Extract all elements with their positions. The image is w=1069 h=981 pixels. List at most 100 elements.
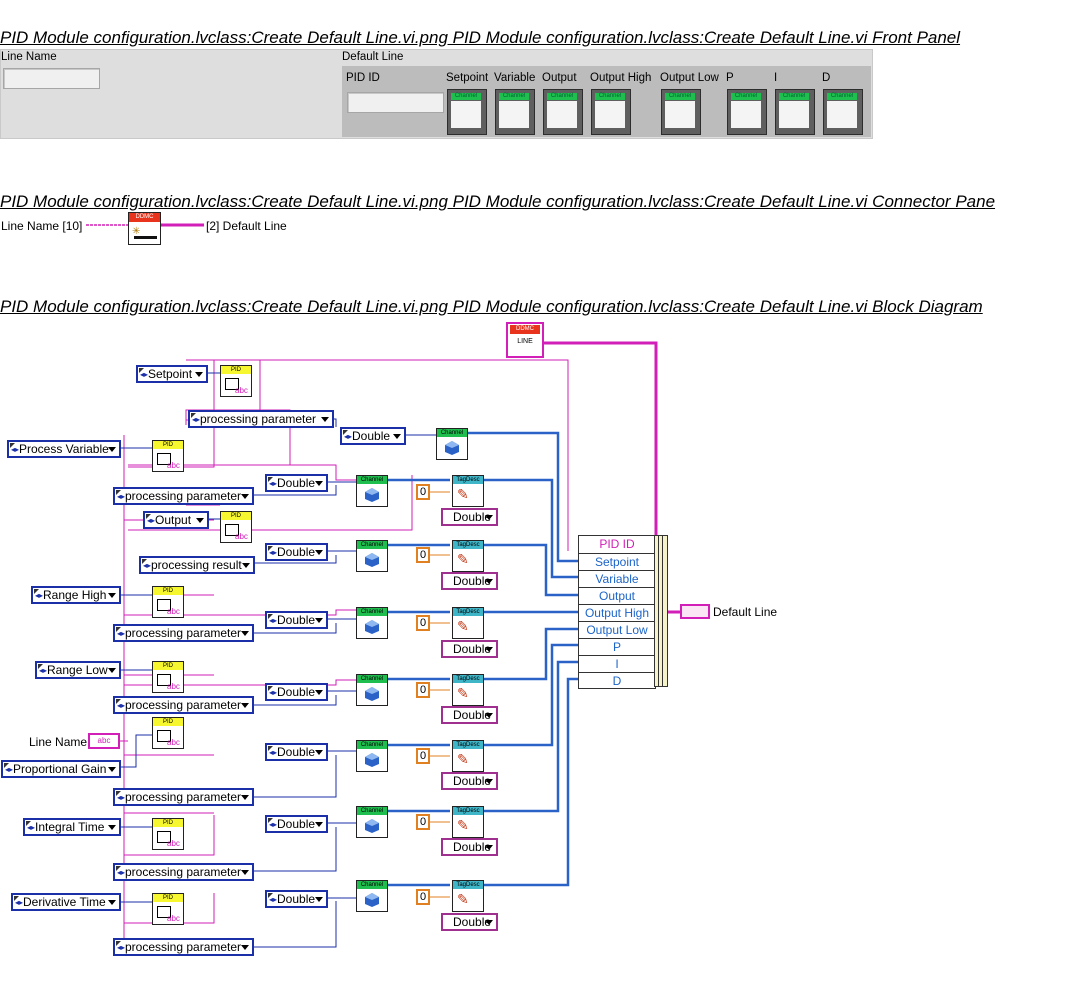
line-name-field[interactable]: [3, 68, 100, 89]
zero-constant[interactable]: 0: [416, 748, 430, 764]
processing-param-label: processing parameter: [125, 790, 242, 804]
tagdesc-node-6[interactable]: TagDesc ✎: [452, 806, 484, 838]
setpoint-channel-control[interactable]: Channel: [447, 89, 487, 135]
pid-subvi-6[interactable]: PID abc: [152, 717, 184, 749]
variable-label: Variable: [494, 72, 536, 84]
channel-tag: Channel: [827, 93, 857, 100]
processing-param-1[interactable]: ◂▸ processing parameter: [188, 410, 334, 428]
pid-subvi-8[interactable]: PID abc: [152, 893, 184, 925]
processing-param-label: processing parameter: [125, 489, 242, 503]
abc-tag: abc: [167, 607, 180, 616]
output-high-channel-control[interactable]: Channel: [591, 89, 631, 135]
processing-param-label: processing parameter: [125, 626, 242, 640]
range-low-control[interactable]: ◂▸ Range Low: [35, 661, 121, 679]
pid-tag: PID: [153, 894, 183, 902]
double-label: Double: [277, 613, 316, 627]
double-tagdesc-4[interactable]: Double: [441, 706, 498, 724]
cube-icon: [365, 893, 379, 907]
double-tagdesc-1[interactable]: Double: [441, 508, 498, 526]
double-type-5[interactable]: ◂▸ Double: [265, 683, 328, 701]
derivative-time-label: Derivative Time: [23, 895, 106, 909]
zero-constant[interactable]: 0: [416, 615, 430, 631]
tagdesc-tag: TagDesc: [453, 881, 483, 889]
channel-create-3[interactable]: Channel: [356, 540, 388, 572]
integral-time-control[interactable]: ◂▸ Integral Time: [23, 818, 121, 836]
channel-create-6[interactable]: Channel: [356, 740, 388, 772]
pid-subvi-3[interactable]: PID abc: [220, 511, 252, 543]
variable-channel-control[interactable]: Channel: [495, 89, 535, 135]
processing-param-2[interactable]: ◂▸ processing parameter: [113, 487, 254, 505]
channel-create-7[interactable]: Channel: [356, 806, 388, 838]
bundle-row-variable: Variable: [579, 570, 655, 586]
zero-constant[interactable]: 0: [416, 814, 430, 830]
process-variable-label: Process Variable: [19, 442, 109, 456]
i-channel-control[interactable]: Channel: [775, 89, 815, 135]
processing-param-8[interactable]: ◂▸ processing parameter: [113, 938, 254, 956]
channel-create-4[interactable]: Channel: [356, 607, 388, 639]
numeric-wires: [430, 491, 450, 898]
double-tagdesc-5[interactable]: Double: [441, 772, 498, 790]
tagdesc-node-3[interactable]: TagDesc ✎: [452, 607, 484, 639]
bundle-row-d: D: [579, 672, 655, 688]
tagdesc-node-1[interactable]: TagDesc ✎: [452, 475, 484, 507]
line-name-terminal[interactable]: abc: [88, 733, 120, 749]
setpoint-control[interactable]: ◂▸ Setpoint: [136, 365, 208, 383]
zero-constant[interactable]: 0: [416, 484, 430, 500]
double-type-1[interactable]: ◂▸ Double: [340, 427, 406, 445]
processing-param-4[interactable]: ◂▸ processing parameter: [113, 624, 254, 642]
setpoint-label: Setpoint: [446, 72, 489, 84]
tagdesc-node-7[interactable]: TagDesc ✎: [452, 880, 484, 912]
output-low-channel-control[interactable]: Channel: [661, 89, 701, 135]
double-type-2[interactable]: ◂▸ Double: [265, 474, 328, 492]
channel-create-1[interactable]: Channel: [436, 428, 468, 460]
ddmc-tag: DDMC: [510, 325, 540, 334]
derivative-time-control[interactable]: ◂▸ Derivative Time: [11, 893, 121, 911]
pid-subvi-4[interactable]: PID abc: [152, 586, 184, 618]
channel-tag: Channel: [451, 93, 481, 100]
double-label: Double: [277, 892, 316, 906]
output-control[interactable]: ◂▸ Output: [143, 511, 209, 529]
double-tagdesc-2[interactable]: Double: [441, 572, 498, 590]
tagdesc-node-2[interactable]: TagDesc ✎: [452, 540, 484, 572]
tagdesc-node-4[interactable]: TagDesc ✎: [452, 674, 484, 706]
proportional-gain-control[interactable]: ◂▸ Proportional Gain: [1, 760, 121, 778]
pid-subvi-2[interactable]: PID abc: [152, 440, 184, 472]
channel-create-2[interactable]: Channel: [356, 475, 388, 507]
output-channel-control[interactable]: Channel: [543, 89, 583, 135]
double-type-6[interactable]: ◂▸ Double: [265, 743, 328, 761]
zero-constant[interactable]: 0: [416, 889, 430, 905]
processing-param-label: processing parameter: [125, 865, 242, 879]
d-channel-control[interactable]: Channel: [823, 89, 863, 135]
channel-tag: Channel: [499, 93, 529, 100]
pid-subvi-1[interactable]: PID abc: [220, 365, 252, 397]
channel-create-5[interactable]: Channel: [356, 674, 388, 706]
double-label: Double: [277, 545, 316, 559]
double-type-4[interactable]: ◂▸ Double: [265, 611, 328, 629]
double-tagdesc-7[interactable]: Double: [441, 913, 498, 931]
p-channel-control[interactable]: Channel: [727, 89, 767, 135]
channel-create-8[interactable]: Channel: [356, 880, 388, 912]
range-high-control[interactable]: ◂▸ Range High: [31, 586, 121, 604]
double-type-8[interactable]: ◂▸ Double: [265, 890, 328, 908]
pid-subvi-7[interactable]: PID abc: [152, 818, 184, 850]
front-panel-title: PID Module configuration.lvclass:Create …: [0, 28, 961, 47]
processing-param-5[interactable]: ◂▸ processing parameter: [113, 696, 254, 714]
double-type-3[interactable]: ◂▸ Double: [265, 543, 328, 561]
process-variable-control[interactable]: ◂▸ Process Variable: [7, 440, 121, 458]
pid-subvi-5[interactable]: PID abc: [152, 661, 184, 693]
tagdesc-tag: TagDesc: [453, 541, 483, 549]
bundle-by-name[interactable]: PID ID Setpoint Variable Output Output H…: [578, 535, 656, 689]
double-type-7[interactable]: ◂▸ Double: [265, 815, 328, 833]
processing-param-7[interactable]: ◂▸ processing parameter: [113, 863, 254, 881]
pid-id-field[interactable]: [347, 92, 444, 113]
tagdesc-node-5[interactable]: TagDesc ✎: [452, 740, 484, 772]
double-tagdesc-3[interactable]: Double: [441, 640, 498, 658]
zero-constant[interactable]: 0: [416, 682, 430, 698]
double-tagdesc-6[interactable]: Double: [441, 838, 498, 856]
channel-body: [451, 101, 481, 128]
channel-tag: Channel: [357, 881, 387, 889]
processing-result-3[interactable]: ◂▸ processing result: [139, 556, 255, 574]
zero-constant[interactable]: 0: [416, 547, 430, 563]
processing-param-6[interactable]: ◂▸ processing parameter: [113, 788, 254, 806]
proportional-gain-label: Proportional Gain: [13, 762, 107, 776]
